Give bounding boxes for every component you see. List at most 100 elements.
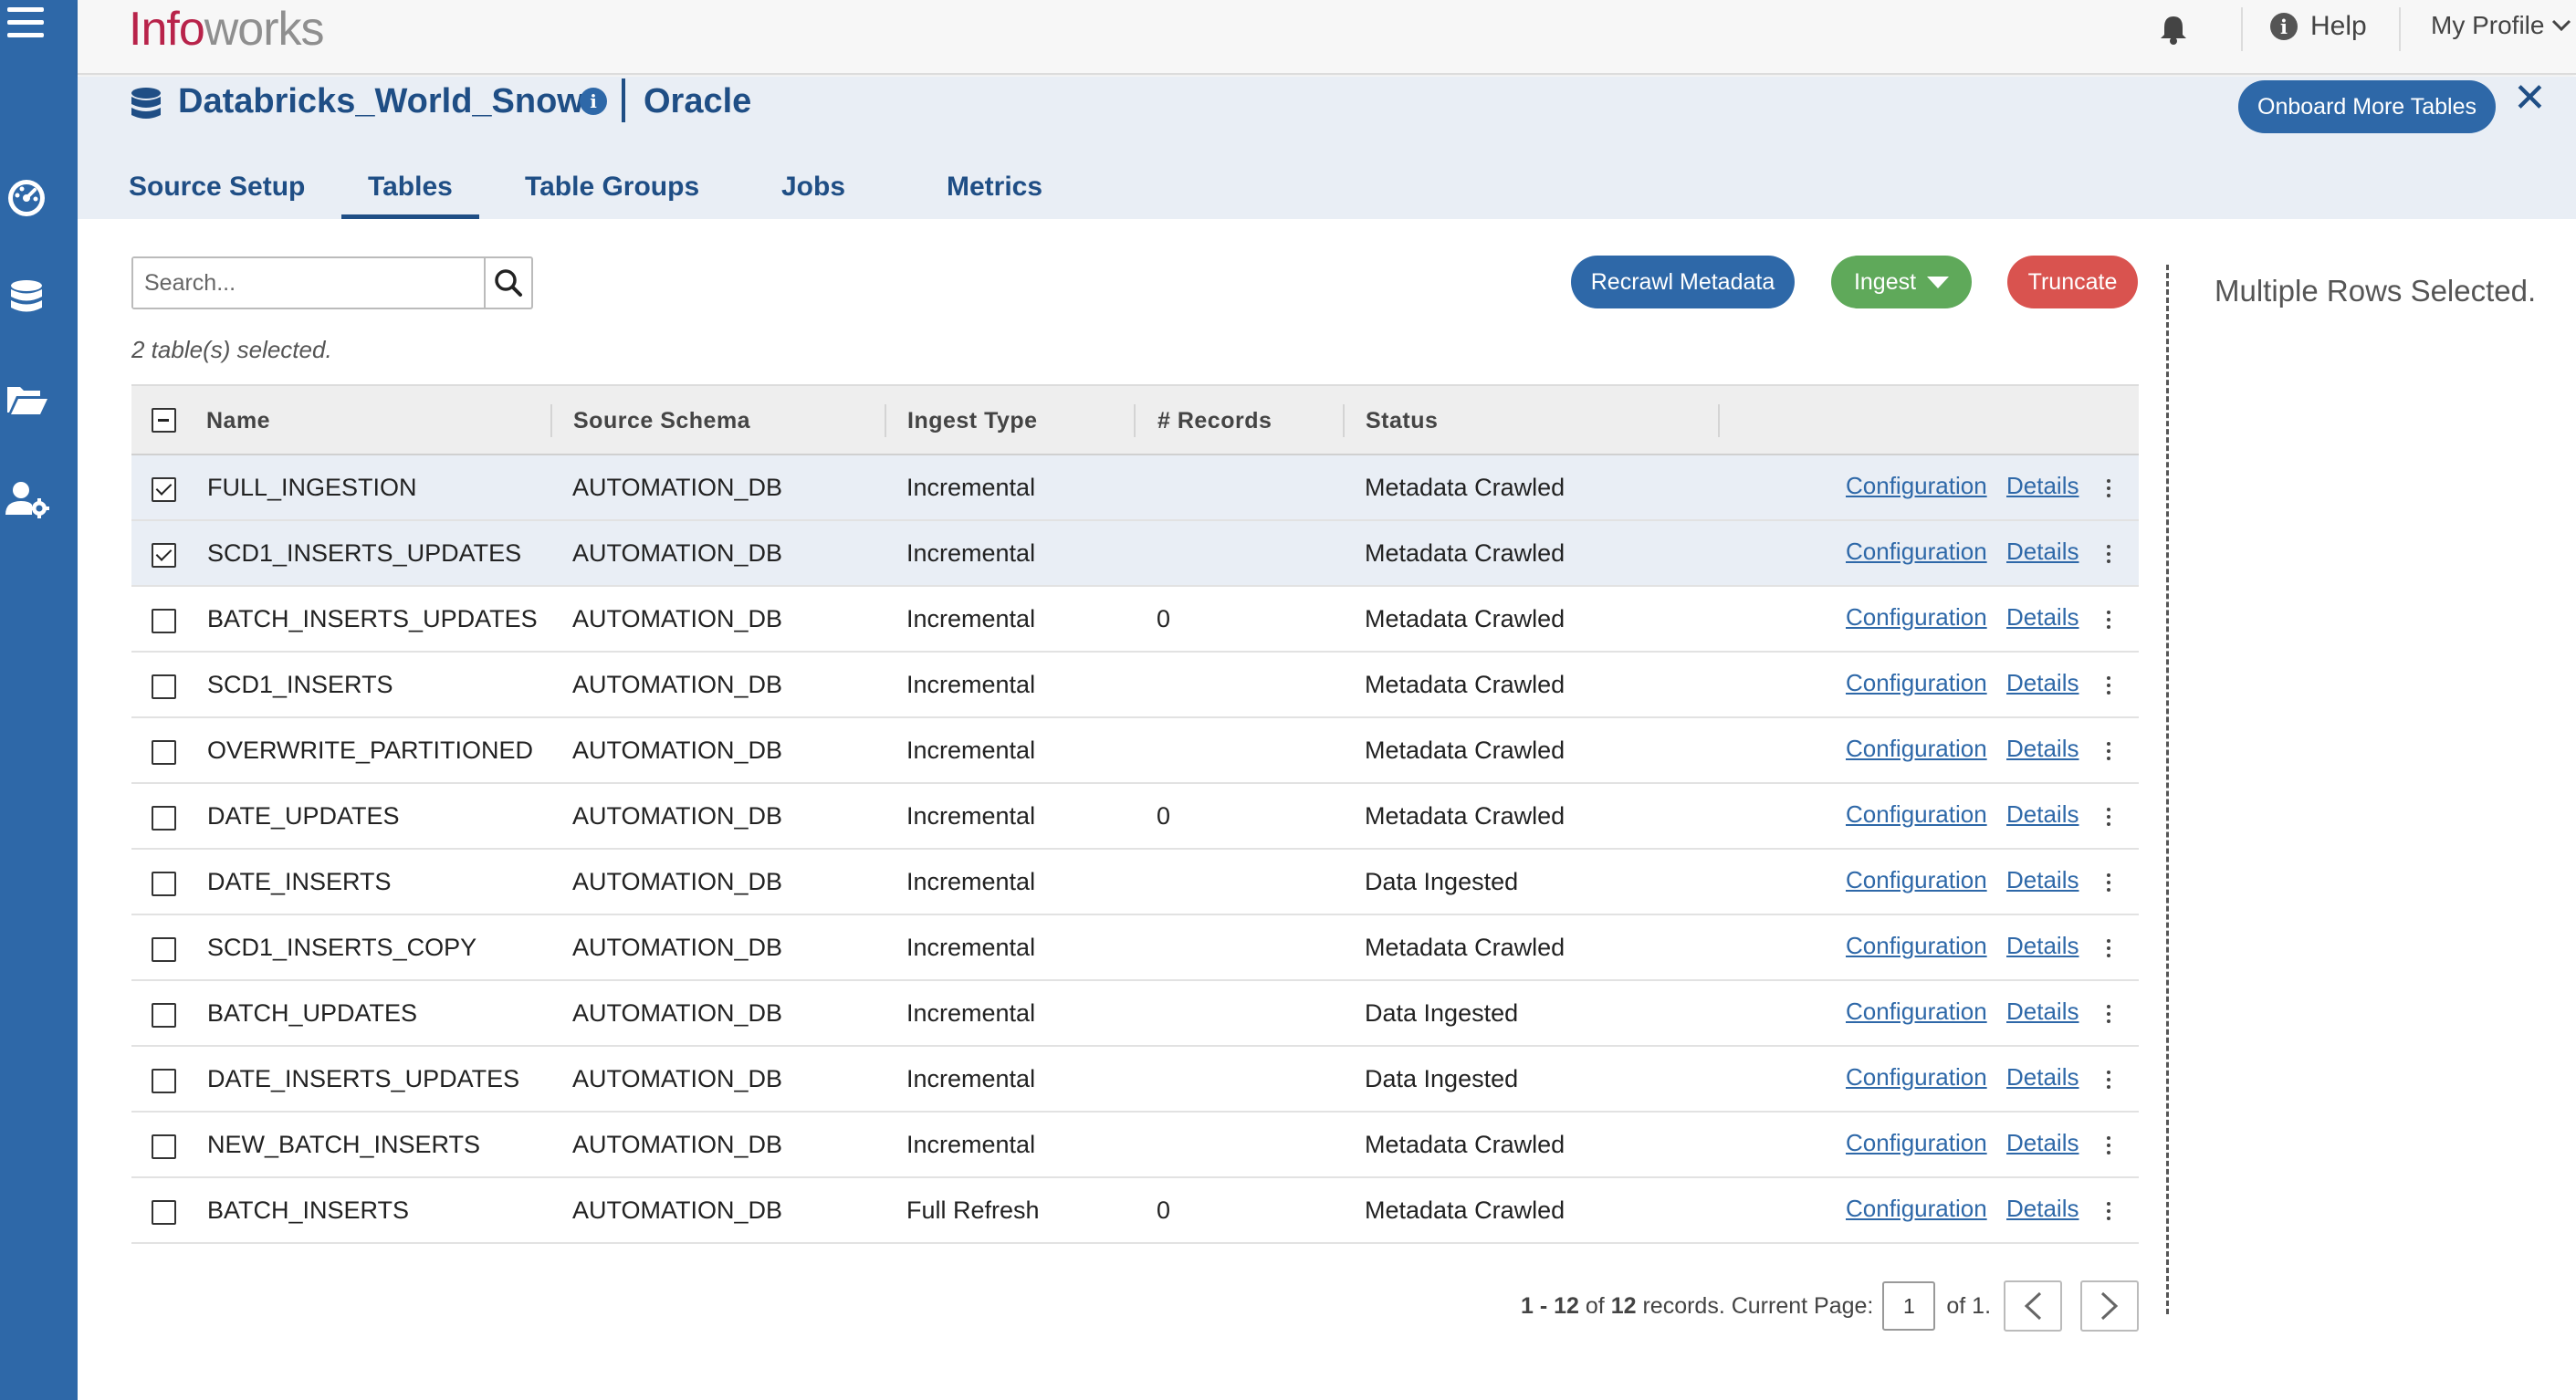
- row-checkbox[interactable]: [152, 872, 176, 896]
- ingest-dropdown-button[interactable]: Ingest: [1831, 256, 1972, 308]
- details-link[interactable]: Details: [2006, 784, 2079, 848]
- tables-grid: Name Source Schema Ingest Type # Records…: [131, 384, 2139, 1244]
- tab-metrics[interactable]: Metrics: [947, 161, 1042, 219]
- database-icon[interactable]: [4, 276, 49, 321]
- configuration-link[interactable]: Configuration: [1846, 587, 1987, 651]
- details-link[interactable]: Details: [2006, 653, 2079, 716]
- details-link[interactable]: Details: [2006, 981, 2079, 1045]
- tab-table-groups[interactable]: Table Groups: [525, 161, 699, 219]
- table-row[interactable]: FULL_INGESTION AUTOMATION_DB Incremental Me…: [131, 455, 2139, 521]
- more-options-icon[interactable]: [2105, 1136, 2112, 1156]
- more-options-icon[interactable]: [2105, 1005, 2112, 1025]
- configuration-link[interactable]: Configuration: [1846, 981, 1987, 1045]
- row-checkbox[interactable]: [152, 1069, 176, 1093]
- details-link[interactable]: Details: [2006, 1047, 2079, 1111]
- cell-name: SCD1_INSERTS_UPDATES: [207, 539, 522, 567]
- pagination-page-suffix: of 1.: [1946, 1292, 1992, 1319]
- more-options-icon[interactable]: [2105, 939, 2112, 959]
- more-options-icon[interactable]: [2105, 545, 2112, 565]
- tab-tables[interactable]: Tables: [341, 161, 479, 219]
- hamburger-menu-icon[interactable]: [7, 7, 44, 38]
- more-options-icon[interactable]: [2105, 742, 2112, 762]
- tab-jobs[interactable]: Jobs: [781, 161, 845, 219]
- configuration-link[interactable]: Configuration: [1846, 455, 1987, 519]
- more-options-icon[interactable]: [2105, 611, 2112, 631]
- table-row[interactable]: BATCH_UPDATES AUTOMATION_DB Incremental Dat…: [131, 981, 2139, 1047]
- configuration-link[interactable]: Configuration: [1846, 1178, 1987, 1242]
- table-row[interactable]: DATE_INSERTS AUTOMATION_DB Incremental Data…: [131, 850, 2139, 915]
- recrawl-metadata-button[interactable]: Recrawl Metadata: [1571, 256, 1795, 308]
- previous-page-button[interactable]: [2004, 1280, 2062, 1332]
- table-row[interactable]: DATE_INSERTS_UPDATES AUTOMATION_DB Increme…: [131, 1047, 2139, 1113]
- details-link[interactable]: Details: [2006, 521, 2079, 585]
- row-checkbox[interactable]: [152, 609, 176, 633]
- table-row[interactable]: SCD1_INSERTS_COPY AUTOMATION_DB Incrementa…: [131, 915, 2139, 981]
- table-row[interactable]: SCD1_INSERTS_UPDATES AUTOMATION_DB Increme…: [131, 521, 2139, 587]
- truncate-button[interactable]: Truncate: [2007, 256, 2138, 308]
- more-options-icon[interactable]: [2105, 1202, 2112, 1222]
- details-link[interactable]: Details: [2006, 850, 2079, 914]
- more-options-icon[interactable]: [2105, 808, 2112, 828]
- details-link[interactable]: Details: [2006, 587, 2079, 651]
- details-link[interactable]: Details: [2006, 455, 2079, 519]
- my-profile-dropdown[interactable]: My Profile: [2431, 11, 2571, 40]
- table-row[interactable]: BATCH_INSERTS_UPDATES AUTOMATION_DB Increm…: [131, 587, 2139, 653]
- column-header-status[interactable]: Status: [1366, 386, 1438, 455]
- table-row[interactable]: DATE_UPDATES AUTOMATION_DB Incremental 0 Met…: [131, 784, 2139, 850]
- row-checkbox[interactable]: [152, 1200, 176, 1225]
- column-divider: [1343, 404, 1345, 437]
- configuration-link[interactable]: Configuration: [1846, 1113, 1987, 1176]
- details-link[interactable]: Details: [2006, 1113, 2079, 1176]
- row-checkbox[interactable]: [152, 740, 176, 765]
- cell-status: Data Ingested: [1365, 868, 1519, 895]
- configuration-link[interactable]: Configuration: [1846, 521, 1987, 585]
- current-page-input[interactable]: [1882, 1281, 1936, 1331]
- column-header-name[interactable]: Name: [206, 386, 270, 455]
- details-link[interactable]: Details: [2006, 718, 2079, 782]
- row-checkbox[interactable]: [152, 806, 176, 831]
- more-options-icon[interactable]: [2105, 676, 2112, 696]
- row-checkbox[interactable]: [152, 674, 176, 699]
- column-header-ingest-type[interactable]: Ingest Type: [907, 386, 1038, 455]
- next-page-button[interactable]: [2080, 1280, 2139, 1332]
- cell-ingest-type: Incremental: [906, 539, 1036, 567]
- more-options-icon[interactable]: [2105, 1071, 2112, 1091]
- table-row[interactable]: OVERWRITE_PARTITIONED AUTOMATION_DB Increm…: [131, 718, 2139, 784]
- column-header-records[interactable]: # Records: [1157, 386, 1272, 455]
- configuration-link[interactable]: Configuration: [1846, 850, 1987, 914]
- more-options-icon[interactable]: [2105, 873, 2112, 893]
- configuration-link[interactable]: Configuration: [1846, 653, 1987, 716]
- search-icon[interactable]: [484, 258, 531, 308]
- tab-source-setup[interactable]: Source Setup: [129, 161, 305, 219]
- row-checkbox[interactable]: [152, 477, 176, 502]
- table-row[interactable]: BATCH_INSERTS AUTOMATION_DB Full Refresh 0 M…: [131, 1178, 2139, 1244]
- search-input[interactable]: [133, 258, 484, 308]
- table-row[interactable]: SCD1_INSERTS AUTOMATION_DB Incremental Meta…: [131, 653, 2139, 718]
- select-all-checkbox[interactable]: [152, 408, 176, 433]
- configuration-link[interactable]: Configuration: [1846, 784, 1987, 848]
- dashboard-gauge-icon[interactable]: [4, 175, 49, 221]
- details-link[interactable]: Details: [2006, 915, 2079, 979]
- row-checkbox[interactable]: [152, 937, 176, 962]
- more-options-icon[interactable]: [2105, 479, 2112, 499]
- row-checkbox[interactable]: [152, 543, 176, 568]
- row-checkbox[interactable]: [152, 1134, 176, 1159]
- infoworks-logo[interactable]: Infoworks: [129, 2, 325, 57]
- table-row[interactable]: NEW_BATCH_INSERTS AUTOMATION_DB Incrementa…: [131, 1113, 2139, 1178]
- column-divider: [550, 404, 552, 437]
- configuration-link[interactable]: Configuration: [1846, 915, 1987, 979]
- configuration-link[interactable]: Configuration: [1846, 718, 1987, 782]
- column-header-source-schema[interactable]: Source Schema: [573, 386, 750, 455]
- details-link[interactable]: Details: [2006, 1178, 2079, 1242]
- bell-icon[interactable]: [2157, 13, 2190, 46]
- help-button[interactable]: i Help: [2270, 11, 2367, 42]
- row-checkbox[interactable]: [152, 1003, 176, 1028]
- close-icon[interactable]: ✕: [2513, 78, 2547, 119]
- configuration-link[interactable]: Configuration: [1846, 1047, 1987, 1111]
- database-icon: [129, 86, 163, 126]
- folder-open-icon[interactable]: [4, 376, 49, 422]
- user-gear-icon[interactable]: [4, 476, 49, 522]
- info-icon[interactable]: i: [580, 88, 607, 115]
- cell-name: FULL_INGESTION: [207, 474, 417, 501]
- onboard-more-tables-button[interactable]: Onboard More Tables: [2238, 80, 2496, 133]
